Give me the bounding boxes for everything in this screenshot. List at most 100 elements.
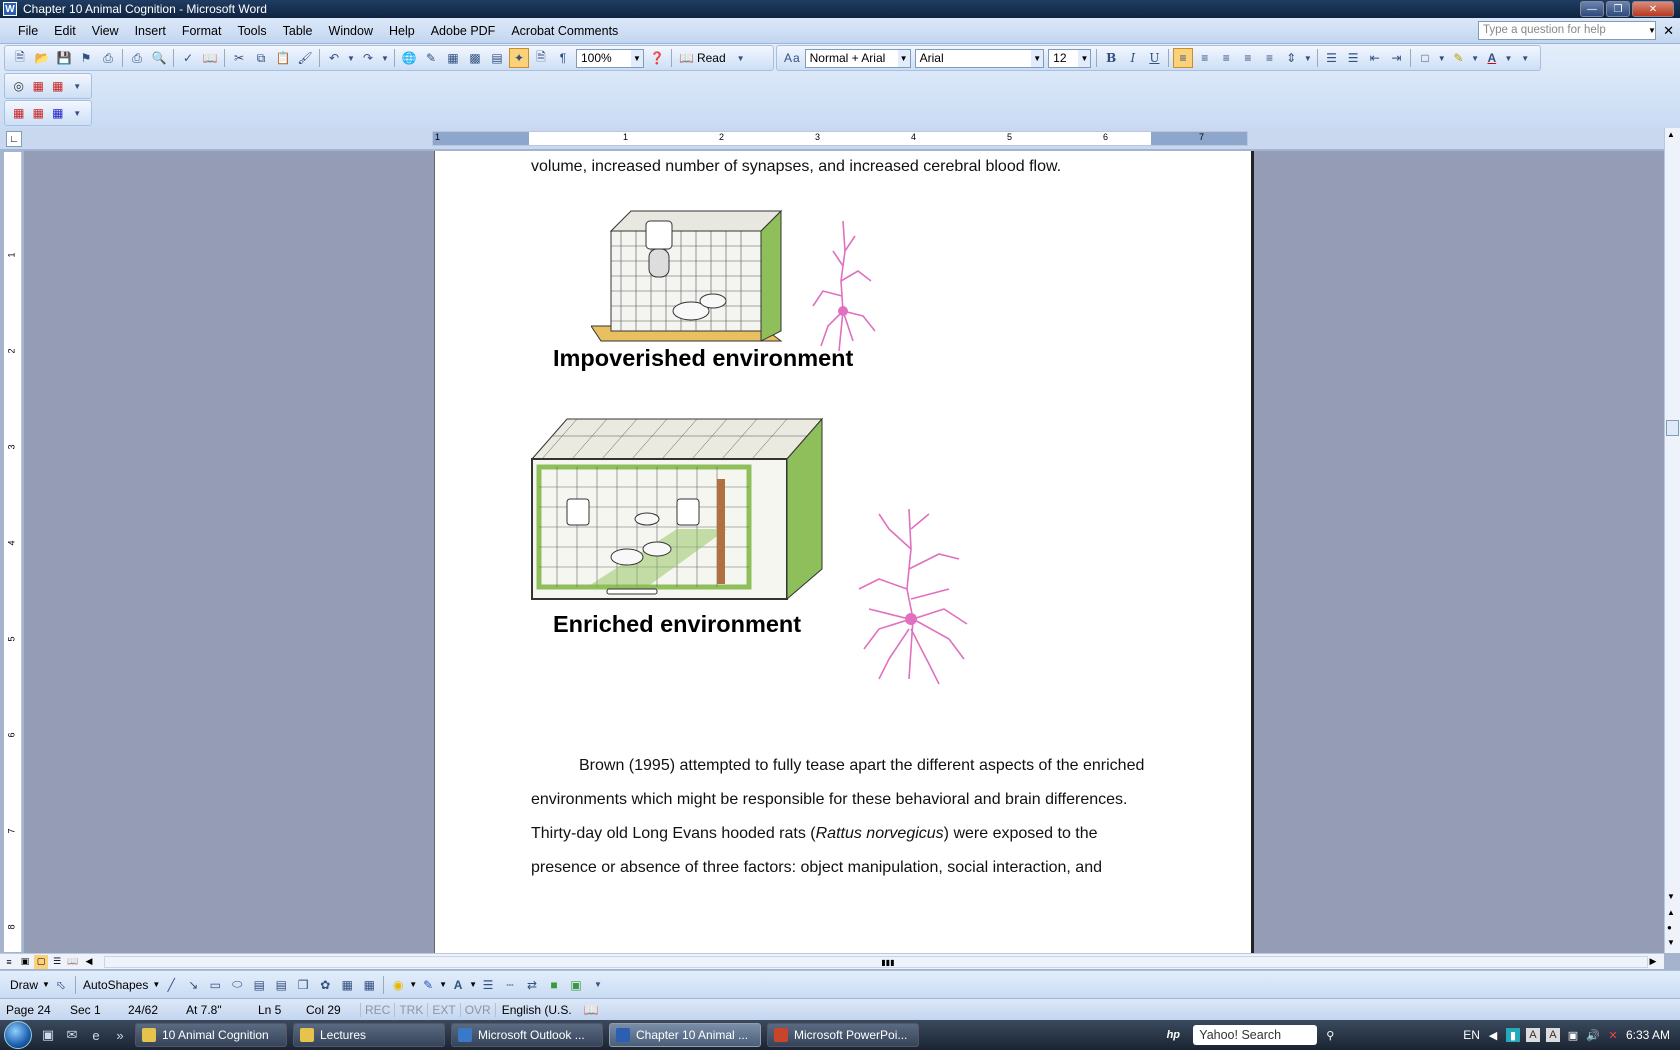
save-icon[interactable]: 💾 [54,48,74,68]
horizontal-ruler[interactable]: 1 1 2 3 4 5 6 7 [432,131,1248,146]
tray-app-icon[interactable]: A [1525,1028,1540,1042]
menu-window[interactable]: Window [321,24,381,38]
print-preview-magnifier-icon[interactable]: 🔍 [149,48,169,68]
line-spacing-dropdown-icon[interactable]: ▼ [1303,48,1313,68]
menu-insert[interactable]: Insert [127,24,174,38]
pdf-email-icon[interactable]: ▦ [30,76,48,96]
style-dropdown-icon[interactable]: ▼ [897,49,910,67]
menu-file[interactable]: File [10,24,46,38]
outline-view-icon[interactable]: ☰ [50,955,64,969]
vertical-ruler[interactable]: 1 2 3 4 5 6 7 8 [4,152,22,952]
search-icon[interactable]: ⚲ [1323,1028,1337,1042]
zoom-dropdown-icon[interactable]: ▼ [631,49,643,67]
tray-expand-icon[interactable]: ◀ [1486,1028,1500,1042]
align-left-icon[interactable]: ≡ [1173,48,1193,68]
cut-icon[interactable]: ✂ [229,48,249,68]
draw-menu-button[interactable]: Draw [6,978,42,992]
arrow-style-icon[interactable]: ⇄ [522,975,542,995]
taskbar-button[interactable]: Chapter 10 Animal ... [609,1023,761,1047]
tray-app-icon[interactable]: A [1545,1028,1560,1042]
spelling-status-icon[interactable]: 📖 [578,1003,605,1017]
quicklaunch-more-icon[interactable]: » [111,1026,129,1044]
tables-borders-icon[interactable]: ✎ [421,48,441,68]
rectangle-icon[interactable]: ▭ [205,975,225,995]
autoshapes-dropdown-icon[interactable]: ▼ [152,980,160,989]
fill-color-icon[interactable]: ◉ [388,975,408,995]
help-icon[interactable]: ❓ [647,48,667,68]
menu-format[interactable]: Format [174,24,230,38]
pdf-comments-import-icon[interactable]: ▦ [49,103,67,123]
vertical-scrollbar[interactable]: ▲ ▼ ▲ ● ▼ [1664,128,1680,953]
open-folder-icon[interactable]: 📂 [32,48,52,68]
highlight-icon[interactable]: ✎ [1449,48,1469,68]
borders-icon[interactable]: □ [1415,48,1435,68]
increase-indent-icon[interactable]: ⇥ [1387,48,1407,68]
help-dropdown-icon[interactable]: ▼ [1646,21,1658,40]
normal-view-icon[interactable]: ≡ [2,955,16,969]
diagram-icon[interactable]: ✿ [315,975,335,995]
clip-art-icon[interactable]: ▦ [337,975,357,995]
line-icon[interactable]: ╱ [161,975,181,995]
bold-button[interactable]: B [1101,48,1121,68]
font-size-dropdown-icon[interactable]: ▼ [1078,49,1091,67]
zoom-select[interactable]: 100% ▼ [576,48,644,68]
menu-help[interactable]: Help [381,24,423,38]
autoshapes-menu-button[interactable]: AutoShapes [79,978,152,992]
scroll-thumb[interactable] [1666,420,1679,436]
menu-edit[interactable]: Edit [46,24,84,38]
font-color-dropdown-icon[interactable]: ▼ [1504,48,1514,68]
volume-icon[interactable]: 🔊 [1586,1028,1600,1042]
font-size-select[interactable]: 12 ▼ [1048,48,1092,68]
print-preview-icon[interactable]: ⎙ [127,48,147,68]
toolbar-options-icon[interactable]: ▼ [588,975,608,995]
clock[interactable]: 6:33 AM [1626,1028,1670,1042]
redo-icon[interactable]: ↷ [358,48,378,68]
web-layout-icon[interactable]: ▣ [18,955,32,969]
insert-picture-icon[interactable]: ▦ [359,975,379,995]
spelling-icon[interactable]: ✓ [178,48,198,68]
font-select[interactable]: Arial ▼ [914,48,1045,68]
line-color-dropdown-icon[interactable]: ▼ [439,980,447,989]
horizontal-scroll-thumb[interactable]: ▮▮▮ [873,958,903,967]
insert-table-icon[interactable]: ▦ [443,48,463,68]
shadow-style-icon[interactable]: ■ [544,975,564,995]
format-painter-icon[interactable]: 🖌 [295,48,315,68]
print-icon[interactable]: ⎙ [98,48,118,68]
oval-icon[interactable]: ⬭ [227,975,247,995]
restore-button[interactable]: ❐ [1606,1,1630,17]
tab-selector-icon[interactable]: ∟ [6,131,22,147]
scroll-down-icon[interactable]: ▼ [1667,892,1675,901]
yahoo-search-input[interactable]: Yahoo! Search [1193,1025,1318,1045]
toolbar-options-icon[interactable]: ▼ [1515,48,1535,68]
internet-explorer-icon[interactable]: e [87,1026,105,1044]
outlook-quicklaunch-icon[interactable]: ✉ [63,1026,81,1044]
scroll-up-icon[interactable]: ▲ [1667,130,1675,139]
insert-excel-icon[interactable]: ▩ [465,48,485,68]
horizontal-scroll-track[interactable]: ▮▮▮ [104,956,1648,968]
print-layout-icon[interactable]: ▢ [34,954,48,969]
document-close-icon[interactable]: ✕ [1663,23,1674,39]
redo-dropdown-icon[interactable]: ▼ [380,48,390,68]
minimize-button[interactable]: — [1580,1,1604,17]
previous-page-icon[interactable]: ▲ [1667,908,1675,917]
select-objects-icon[interactable]: ⬁ [51,975,71,995]
toolbar-options-icon[interactable]: ▼ [69,76,87,96]
line-color-icon[interactable]: ✎ [418,975,438,995]
numbering-icon[interactable]: ☰ [1322,48,1342,68]
show-hide-icon[interactable]: ¶ [553,48,573,68]
taskbar-button[interactable]: Lectures [293,1023,445,1047]
safely-remove-icon[interactable]: ✕ [1606,1028,1620,1042]
research-icon[interactable]: 📖 [200,48,220,68]
line-style-icon[interactable]: ☰ [478,975,498,995]
show-desktop-icon[interactable]: ▣ [39,1026,57,1044]
document-page[interactable]: volume, increased number of synapses, an… [434,151,1254,953]
fill-color-dropdown-icon[interactable]: ▼ [409,980,417,989]
hyperlink-icon[interactable]: 🌐 [399,48,419,68]
toolbar-options-icon[interactable]: ▼ [731,48,751,68]
underline-button[interactable]: U [1145,48,1165,68]
pdf-comments-delete-icon[interactable]: ▦ [30,103,48,123]
highlight-dropdown-icon[interactable]: ▼ [1470,48,1480,68]
align-right-icon[interactable]: ≡ [1217,48,1237,68]
menu-tools[interactable]: Tools [229,24,274,38]
help-question-input[interactable]: Type a question for help [1478,21,1656,40]
